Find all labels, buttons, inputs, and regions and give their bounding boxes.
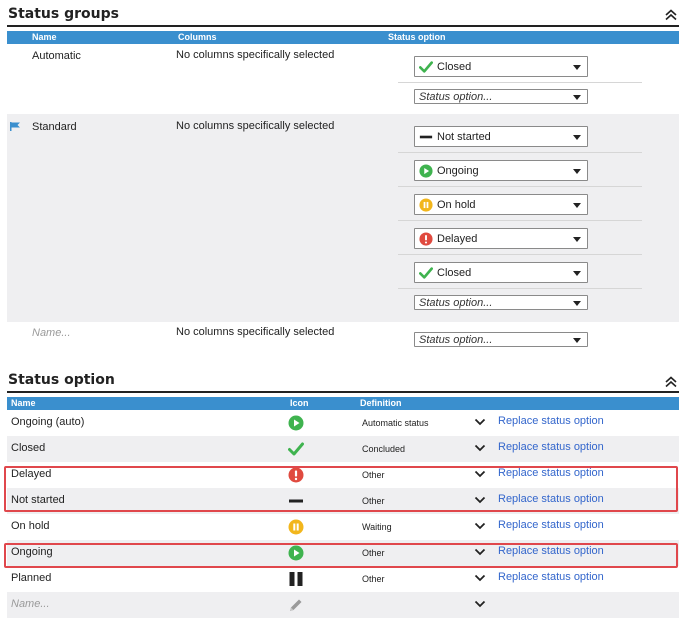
status-groups-title: Status groups: [8, 6, 119, 22]
replace-status-option-link[interactable]: Replace status option: [498, 519, 604, 531]
new-group-status-option-select[interactable]: Status option...: [414, 332, 588, 347]
status-select-label: Closed: [437, 61, 472, 73]
collapse-status-groups-icon[interactable]: [664, 9, 678, 21]
status-option-name[interactable]: On hold: [11, 520, 50, 532]
new-group-columns[interactable]: No columns specifically selected: [176, 326, 334, 338]
replace-status-option-link[interactable]: Replace status option: [498, 441, 604, 453]
group-columns-standard[interactable]: No columns specifically selected: [176, 120, 334, 132]
status-option-row: On hold Waiting Replace status option: [7, 514, 679, 540]
divider: [398, 82, 642, 83]
status-groups-header: Name Columns Status option: [7, 31, 679, 44]
collapse-status-option-icon[interactable]: [664, 376, 678, 388]
status-select-label: Ongoing: [437, 165, 479, 177]
check-icon: [419, 60, 433, 74]
status-select-label: Closed: [437, 267, 472, 279]
new-group-name-input[interactable]: Name...: [32, 327, 71, 339]
flag-icon: [10, 122, 20, 131]
status-select-delayed[interactable]: Delayed: [414, 228, 588, 249]
status-select-closed[interactable]: Closed: [414, 56, 588, 77]
highlight-box-delayed-not-started: [4, 466, 678, 512]
header-columns: Columns: [178, 32, 217, 42]
header-definition: Definition: [360, 398, 402, 408]
header-status-option: Status option: [388, 32, 446, 42]
exclamation-circle-icon: [419, 232, 433, 246]
status-select-on-hold[interactable]: On hold: [414, 194, 588, 215]
chevron-down-icon[interactable]: [474, 443, 486, 453]
caret-down-icon: [573, 95, 581, 100]
caret-down-icon: [573, 203, 581, 208]
status-option-add-select[interactable]: Status option...: [414, 295, 588, 310]
status-option-row: Planned Other Replace status option: [7, 566, 679, 592]
play-circle-icon[interactable]: [288, 415, 304, 431]
group-columns-automatic[interactable]: No columns specifically selected: [176, 49, 334, 61]
status-definition: Other: [362, 574, 385, 584]
check-icon[interactable]: [288, 441, 304, 457]
chevron-down-icon[interactable]: [474, 521, 486, 531]
status-option-name[interactable]: Ongoing (auto): [11, 416, 84, 428]
status-option-row: Ongoing (auto) Automatic status Replace …: [7, 410, 679, 436]
status-option-name[interactable]: Planned: [11, 572, 51, 584]
status-option-row: Closed Concluded Replace status option: [7, 436, 679, 462]
status-select-label: Not started: [437, 131, 491, 143]
status-option-add-select[interactable]: Status option...: [414, 89, 588, 104]
chevron-down-icon[interactable]: [474, 417, 486, 427]
divider: [398, 288, 642, 289]
check-icon: [419, 266, 433, 280]
pause-circle-icon[interactable]: [288, 519, 304, 535]
status-option-placeholder: Status option...: [419, 297, 493, 309]
caret-down-icon: [573, 338, 581, 343]
status-option-name[interactable]: Closed: [11, 442, 45, 454]
chevron-down-icon[interactable]: [474, 573, 486, 583]
header-icon: Icon: [290, 398, 309, 408]
status-option-header: Name Icon Definition: [7, 397, 679, 410]
new-status-option-name-input[interactable]: Name...: [11, 598, 50, 610]
pause-bars-icon[interactable]: [288, 571, 304, 587]
caret-down-icon: [573, 301, 581, 306]
caret-down-icon: [573, 65, 581, 70]
caret-down-icon: [573, 135, 581, 140]
status-select-label: On hold: [437, 199, 476, 211]
group-name-standard[interactable]: Standard: [32, 121, 77, 133]
caret-down-icon: [573, 237, 581, 242]
status-option-placeholder: Status option...: [419, 91, 493, 103]
divider: [398, 220, 642, 221]
status-definition: Waiting: [362, 522, 392, 532]
status-select-closed-standard[interactable]: Closed: [414, 262, 588, 283]
dash-icon: [419, 130, 433, 144]
status-groups-rule: [7, 25, 679, 27]
status-option-rule: [7, 391, 679, 393]
group-name-automatic[interactable]: Automatic: [32, 50, 81, 62]
status-select-not-started[interactable]: Not started: [414, 126, 588, 147]
pencil-icon[interactable]: [288, 597, 304, 613]
divider: [398, 152, 642, 153]
new-status-option-row: Name...: [7, 592, 679, 618]
status-definition: Concluded: [362, 444, 406, 454]
status-option-title: Status option: [8, 372, 115, 388]
replace-status-option-link[interactable]: Replace status option: [498, 415, 604, 427]
caret-down-icon: [573, 271, 581, 276]
replace-status-option-link[interactable]: Replace status option: [498, 571, 604, 583]
divider: [398, 186, 642, 187]
header-name: Name: [11, 398, 36, 408]
play-circle-icon: [419, 164, 433, 178]
pause-circle-icon: [419, 198, 433, 212]
status-option-placeholder: Status option...: [419, 334, 493, 346]
divider: [398, 254, 642, 255]
caret-down-icon: [573, 169, 581, 174]
chevron-down-icon[interactable]: [474, 599, 486, 609]
status-select-label: Delayed: [437, 233, 478, 245]
status-select-ongoing[interactable]: Ongoing: [414, 160, 588, 181]
highlight-box-ongoing: [4, 543, 678, 568]
header-name: Name: [32, 32, 57, 42]
status-definition: Automatic status: [362, 418, 429, 428]
